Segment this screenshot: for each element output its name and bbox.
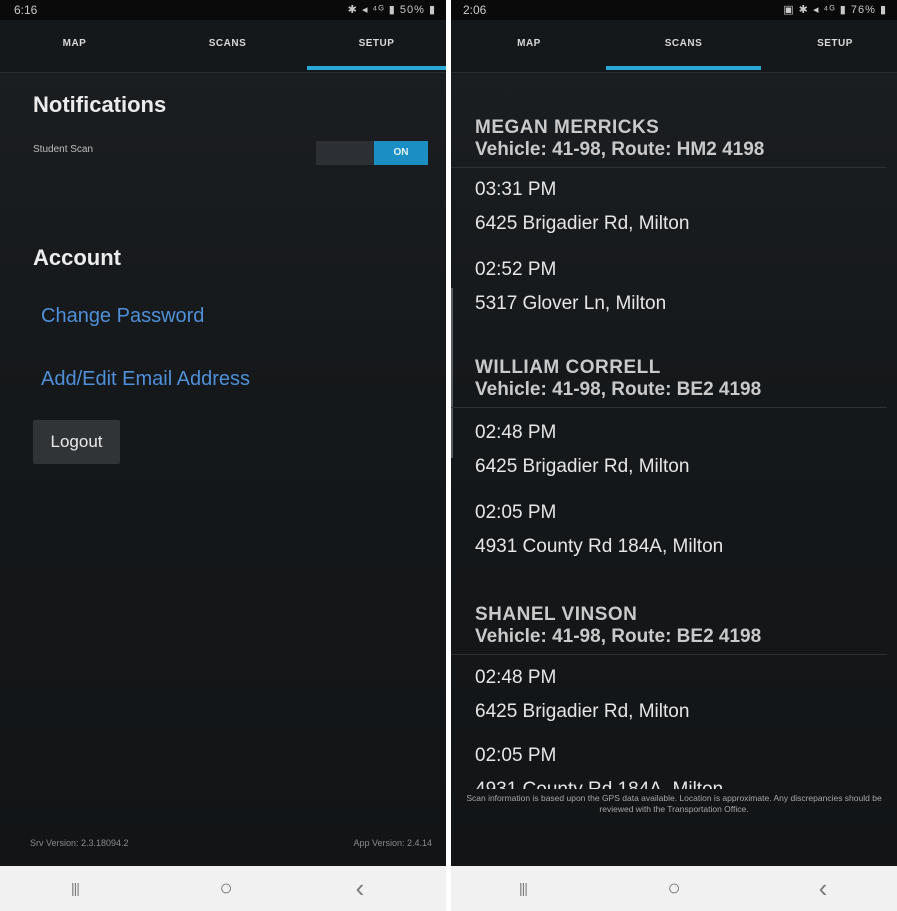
status-bar: 2:06 ▣ ✱ ◂ ⁴ᴳ ▮ 76% ▮ [451, 0, 897, 20]
system-nav-bar: ||| ○ ‹ [0, 866, 446, 911]
gps-disclaimer: Scan information is based upon the GPS d… [466, 793, 882, 814]
tab-map[interactable]: MAP [457, 20, 601, 72]
status-time: 6:16 [14, 3, 38, 17]
home-icon[interactable]: ○ [206, 874, 246, 902]
scans-screen: 2:06 ▣ ✱ ◂ ⁴ᴳ ▮ 76% ▮ MAP SCANS SETUP ME… [451, 0, 897, 911]
scan-time: 02:52 PM [475, 259, 557, 280]
scan-entry: 03:31 PM 6425 Brigadier Rd, Milton [475, 179, 689, 235]
tab-scans[interactable]: SCANS [606, 20, 761, 72]
scan-time: 02:48 PM [475, 667, 557, 688]
scan-time: 02:05 PM [475, 745, 557, 766]
student-name: MEGAN MERRICKS [475, 117, 660, 138]
scan-time: 02:05 PM [475, 502, 557, 523]
status-bar: 6:16 ✱ ◂ ⁴ᴳ ▮ 50% ▮ [0, 0, 446, 20]
change-password-link[interactable]: Change Password [41, 305, 204, 328]
edit-email-link[interactable]: Add/Edit Email Address [41, 368, 250, 391]
vehicle-route: Vehicle: 41-98, Route: BE2 4198 [475, 626, 762, 647]
scan-address: 5317 Glover Ln, Milton [475, 293, 667, 314]
app-version: App Version: 2.4.14 [353, 838, 432, 848]
notifications-heading: Notifications [33, 92, 167, 117]
scan-time: 02:48 PM [475, 422, 557, 443]
vehicle-route: Vehicle: 41-98, Route: BE2 4198 [475, 379, 762, 400]
student-scan-label: Student Scan [33, 144, 94, 155]
back-icon[interactable]: ‹ [340, 874, 380, 902]
setup-screen: 6:16 ✱ ◂ ⁴ᴳ ▮ 50% ▮ MAP SCANS SETUP Noti… [0, 0, 446, 911]
status-icons: ✱ ◂ ⁴ᴳ ▮ 50% ▮ [347, 4, 436, 16]
recents-icon[interactable]: ||| [503, 874, 543, 902]
student-header: WILLIAM CORRELL Vehicle: 41-98, Route: B… [451, 357, 887, 416]
tab-scans[interactable]: SCANS [153, 20, 302, 72]
logout-button[interactable]: Logout [33, 420, 120, 464]
scan-time: 03:31 PM [475, 179, 557, 200]
student-header: MEGAN MERRICKS Vehicle: 41-98, Route: HM… [451, 117, 887, 176]
scan-address: 4931 County Rd 184A, Milton [475, 536, 724, 557]
scan-entry: 02:05 PM 4931 County Rd 184A, Milton [475, 745, 723, 789]
scan-address: 6425 Brigadier Rd, Milton [475, 701, 690, 722]
scan-entry: 02:52 PM 5317 Glover Ln, Milton [475, 259, 666, 315]
student-name: SHANEL VINSON [475, 604, 638, 625]
system-nav-bar: ||| ○ ‹ [451, 866, 897, 911]
divider [451, 167, 887, 168]
tab-map[interactable]: MAP [0, 20, 149, 72]
divider [451, 407, 887, 408]
recents-icon[interactable]: ||| [55, 874, 95, 902]
scan-address: 6425 Brigadier Rd, Milton [475, 213, 690, 234]
status-icons: ▣ ✱ ◂ ⁴ᴳ ▮ 76% ▮ [783, 4, 887, 16]
server-version: Srv Version: 2.3.18094.2 [30, 838, 129, 848]
student-scan-toggle[interactable]: ON [316, 141, 428, 165]
vehicle-route: Vehicle: 41-98, Route: HM2 4198 [475, 139, 765, 160]
account-heading: Account [33, 245, 121, 270]
tab-setup[interactable]: SETUP [773, 20, 897, 72]
scan-address: 4931 County Rd 184A, Milton [475, 779, 723, 789]
tab-bar: MAP SCANS SETUP [451, 20, 897, 73]
scan-entry: 02:48 PM 6425 Brigadier Rd, Milton [475, 422, 689, 478]
student-name: WILLIAM CORRELL [475, 357, 661, 378]
back-icon[interactable]: ‹ [803, 874, 843, 902]
student-header: SHANEL VINSON Vehicle: 41-98, Route: BE2… [451, 604, 887, 663]
home-icon[interactable]: ○ [654, 874, 694, 902]
status-time: 2:06 [463, 3, 487, 17]
divider [451, 654, 887, 655]
tab-bar: MAP SCANS SETUP [0, 20, 446, 73]
scan-address: 6425 Brigadier Rd, Milton [475, 456, 690, 477]
tab-setup[interactable]: SETUP [307, 20, 446, 72]
scan-entry: 02:48 PM 6425 Brigadier Rd, Milton [475, 667, 689, 723]
scan-list[interactable]: MEGAN MERRICKS Vehicle: 41-98, Route: HM… [451, 72, 897, 789]
toggle-on-state: ON [374, 141, 428, 165]
scan-entry: 02:05 PM 4931 County Rd 184A, Milton [475, 502, 723, 558]
